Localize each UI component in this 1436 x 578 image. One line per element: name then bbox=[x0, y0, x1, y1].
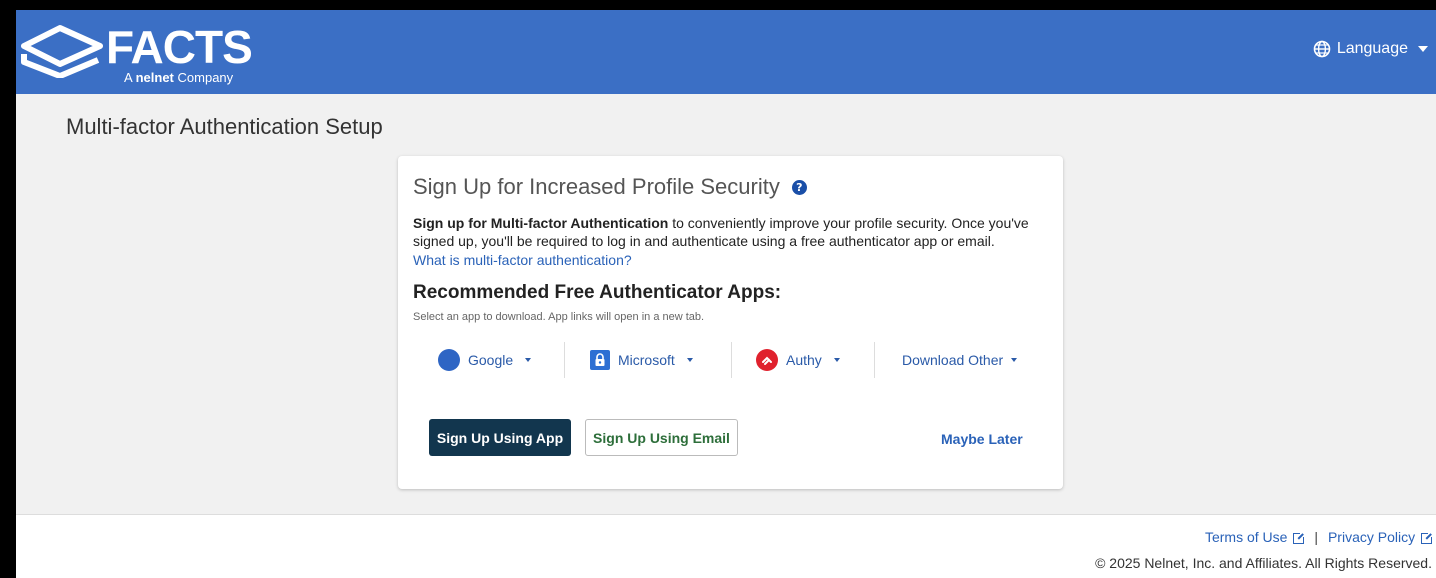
recommended-apps-subtext: Select an app to download. App links wil… bbox=[413, 311, 705, 323]
footer-separator: | bbox=[1314, 529, 1318, 545]
logo-wordmark: FACTS bbox=[106, 21, 253, 73]
terms-of-use-link[interactable]: Terms of Use bbox=[1204, 529, 1306, 545]
what-is-mfa-link[interactable]: What is multi-factor authentication? bbox=[413, 252, 632, 268]
page-title: Multi-factor Authentication Setup bbox=[66, 114, 383, 139]
card-title-text: Sign Up for Increased Profile Security bbox=[413, 174, 780, 199]
logo-tagline-brand: nelnet bbox=[135, 70, 174, 85]
download-other-label: Download Other bbox=[902, 352, 1004, 368]
logo-tagline: A nelnet Company bbox=[124, 70, 233, 85]
recommended-apps-heading: Recommended Free Authenticator Apps: bbox=[413, 282, 782, 303]
card-title: Sign Up for Increased Profile Security ? bbox=[413, 174, 807, 200]
download-other-dropdown[interactable]: Download Other bbox=[902, 340, 1018, 380]
language-selector[interactable]: Language bbox=[1313, 40, 1428, 58]
description-bold: Sign up for Multi-factor Authentication bbox=[413, 215, 669, 231]
app-divider bbox=[874, 342, 875, 378]
language-label: Language bbox=[1336, 40, 1408, 57]
app-divider bbox=[564, 342, 565, 378]
facts-logo-icon bbox=[21, 25, 103, 78]
sign-up-using-email-button[interactable]: Sign Up Using Email bbox=[585, 419, 738, 456]
caret-down-icon bbox=[525, 358, 532, 362]
privacy-policy-label: Privacy Policy bbox=[1327, 529, 1416, 545]
maybe-later-link[interactable]: Maybe Later bbox=[941, 431, 1023, 447]
external-link-icon bbox=[1421, 531, 1433, 544]
copyright-text: © 2025 Nelnet, Inc. and Affiliates. All … bbox=[1095, 555, 1432, 571]
logo-tagline-suffix: Company bbox=[177, 70, 234, 85]
footer-links: Terms of Use | Privacy Policy bbox=[1204, 529, 1433, 545]
google-icon bbox=[438, 349, 460, 371]
terms-of-use-label: Terms of Use bbox=[1204, 529, 1288, 545]
microsoft-authenticator-icon bbox=[590, 350, 610, 370]
mfa-signup-card: Sign Up for Increased Profile Security ?… bbox=[398, 156, 1063, 489]
google-app-label: Google bbox=[468, 352, 514, 368]
privacy-policy-link[interactable]: Privacy Policy bbox=[1327, 529, 1433, 545]
app-frame: FACTS A nelnet Company Language Multi-fa… bbox=[16, 10, 1436, 578]
globe-icon bbox=[1313, 40, 1331, 58]
authy-app-dropdown[interactable]: Authy bbox=[756, 340, 840, 380]
google-app-dropdown[interactable]: Google bbox=[438, 340, 532, 380]
authenticator-app-list: Google Microsoft Authy Download Other bbox=[422, 340, 1042, 380]
help-icon[interactable]: ? bbox=[791, 179, 807, 195]
caret-down-icon bbox=[1418, 46, 1428, 52]
authy-icon bbox=[756, 349, 778, 371]
authy-app-label: Authy bbox=[786, 352, 822, 368]
card-description: Sign up for Multi-factor Authentication … bbox=[413, 214, 1053, 250]
external-link-icon bbox=[1293, 531, 1306, 544]
microsoft-app-label: Microsoft bbox=[618, 352, 675, 368]
facts-logo[interactable]: FACTS A nelnet Company bbox=[20, 20, 280, 90]
caret-down-icon bbox=[1011, 358, 1018, 362]
top-bar: FACTS A nelnet Company Language bbox=[16, 10, 1436, 94]
logo-tagline-prefix: A bbox=[124, 70, 132, 85]
app-divider bbox=[731, 342, 732, 378]
footer: Terms of Use | Privacy Policy © 2025 Nel… bbox=[16, 515, 1436, 578]
caret-down-icon bbox=[833, 358, 840, 362]
caret-down-icon bbox=[686, 358, 693, 362]
sign-up-using-app-button[interactable]: Sign Up Using App bbox=[429, 419, 571, 456]
microsoft-app-dropdown[interactable]: Microsoft bbox=[590, 340, 693, 380]
